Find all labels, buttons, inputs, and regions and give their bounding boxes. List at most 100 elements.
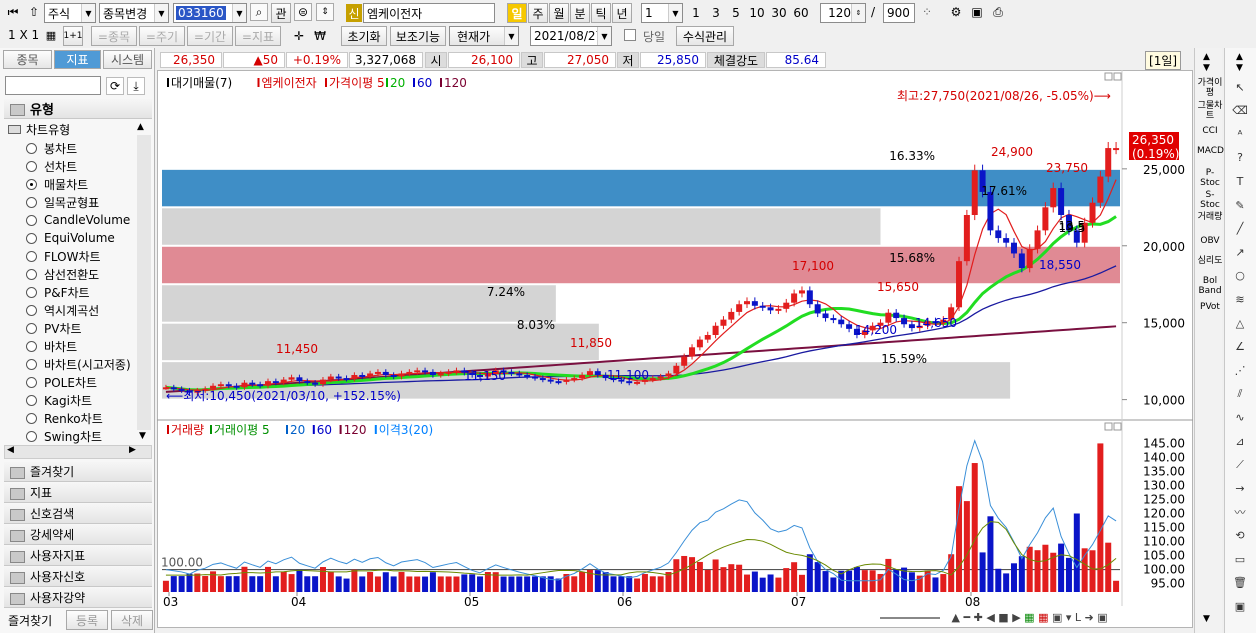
speed-icon[interactable]: ⟋ (1230, 456, 1250, 474)
radio-icon[interactable] (26, 431, 37, 443)
subgroup-chart-type[interactable]: 차트유형 (8, 120, 70, 138)
reset-button[interactable]: 초기화 (341, 26, 387, 46)
radio-icon[interactable] (26, 160, 37, 172)
chart-type-item[interactable]: 역시계곡선 (26, 302, 99, 320)
won-icon[interactable]: ₩ (311, 27, 329, 45)
zoom-out-icon[interactable]: ▲ (952, 611, 960, 624)
play-icon[interactable]: ▶ (1012, 611, 1020, 624)
sound-icon[interactable]: ▭ (1230, 550, 1250, 568)
scroll-up-icon[interactable]: ▲ (1203, 52, 1210, 62)
zoom-icon[interactable]: ▣ (1052, 611, 1062, 624)
scroll-left-icon[interactable]: ◀ (7, 445, 14, 455)
color-icon[interactable]: ▦ (1038, 611, 1048, 624)
first-icon[interactable]: ⏮ (4, 3, 22, 21)
period-day[interactable]: 일 (507, 3, 527, 23)
chart-type-item[interactable]: POLE차트 (26, 374, 97, 392)
chart-nav-bar[interactable]: ▲ ━ ✚ ◀ ■ ▶ ▦ ▦ ▣ ▾ L ➜ ▣ (880, 611, 1190, 627)
download-icon[interactable]: ⤓ (127, 77, 145, 95)
line-icon[interactable]: ╱ (1230, 220, 1250, 238)
radio-icon[interactable] (26, 286, 37, 298)
all-icon[interactable]: ᴬ (1230, 125, 1250, 143)
scroll-down-icon[interactable]: ▼ (1203, 63, 1210, 73)
updown-icon[interactable]: ⇕ (316, 3, 334, 21)
chart-type-item[interactable]: PV차트 (26, 320, 82, 338)
radio-icon[interactable] (26, 232, 37, 244)
interval-1[interactable]: 1 (686, 3, 706, 23)
radio-icon[interactable] (26, 377, 37, 389)
radio-icon[interactable] (26, 196, 37, 208)
channel-icon[interactable]: ⫽ (1230, 385, 1250, 403)
indicator-shortcut[interactable]: 심리도 (1197, 256, 1223, 266)
radio-icon[interactable] (26, 395, 37, 407)
indicator-shortcut[interactable]: 그물차트 (1197, 101, 1223, 121)
refresh-icon[interactable]: ⟳ (106, 77, 124, 95)
excel-icon[interactable]: ▦ (1024, 611, 1034, 624)
eraser-icon[interactable]: ⌫ (1230, 102, 1250, 120)
radio-icon[interactable] (26, 178, 37, 190)
circle-icon[interactable]: ○ (1230, 267, 1250, 285)
stock-change-select[interactable]: 종목변경 ▼ (99, 3, 169, 23)
text-icon[interactable]: T (1230, 172, 1250, 190)
arrow-down-icon[interactable]: ▾ (1066, 611, 1072, 624)
chart-type-item[interactable]: 일목균형표 (26, 193, 99, 211)
favorites-bottom-label[interactable]: 즐겨찾기 (8, 612, 52, 629)
grid-icon[interactable]: ⁘ (918, 3, 936, 21)
stop-icon[interactable]: ■ (998, 611, 1008, 624)
auto-icon[interactable]: ⟲ (1230, 526, 1250, 544)
chart-type-item[interactable]: 바차트(시고저종) (26, 356, 131, 374)
price-type-select[interactable]: 현재가 ▼ (449, 26, 519, 46)
folder-indicator[interactable]: 지표 (4, 483, 152, 503)
interval-select[interactable]: 1 ▼ (641, 3, 683, 23)
count-input[interactable]: 120 ⇕ (820, 3, 866, 23)
interval-10[interactable]: 10 (746, 3, 768, 23)
radio-icon[interactable] (26, 359, 37, 371)
drawtool-up-icon[interactable]: ▲ (1236, 52, 1243, 62)
indicator-shortcut[interactable]: OBV (1197, 236, 1223, 246)
folder-favorites[interactable]: 즐겨찾기 (4, 462, 152, 482)
angle-icon[interactable]: ∠ (1230, 338, 1250, 356)
chart-type-item[interactable]: CandleVolume (26, 211, 130, 229)
h-scrollbar[interactable]: ◀ ▶ (4, 445, 152, 459)
delete-button[interactable]: 삭제 (111, 610, 153, 630)
scroll-right-icon[interactable]: ▶ (129, 445, 136, 455)
question-icon[interactable]: ? (1230, 149, 1250, 167)
rtools-down-icon[interactable]: ▼ (1203, 614, 1210, 624)
cursor-icon[interactable]: ↖ (1230, 78, 1250, 96)
fibo-icon[interactable]: ≋ (1230, 290, 1250, 308)
chart-type-item[interactable]: 선차트 (26, 157, 77, 175)
code-input[interactable]: 033160 ▼ (173, 3, 247, 23)
plus-icon[interactable]: ✚ (974, 611, 983, 624)
indicator-shortcut[interactable]: 가격이평 (1197, 78, 1223, 98)
chart-type-item[interactable]: P&F차트 (26, 283, 90, 301)
radio-icon[interactable] (26, 305, 37, 317)
chart-type-item[interactable]: Renko차트 (26, 410, 103, 428)
table-icon[interactable]: ▦ (42, 26, 60, 44)
tab-indicator[interactable]: 지표 (54, 50, 101, 69)
folder-signal[interactable]: 신호검색 (4, 504, 152, 524)
chart-type-item[interactable]: 봉차트 (26, 139, 77, 157)
period-minute[interactable]: 분 (570, 3, 590, 23)
pen-icon[interactable]: ✎ (1230, 196, 1250, 214)
save-icon[interactable]: ▣ (968, 3, 986, 21)
indicator-shortcut[interactable]: MACD (1197, 146, 1224, 156)
wave-icon[interactable]: 〰 (1230, 503, 1250, 521)
gear-icon[interactable]: ⚙ (947, 3, 965, 21)
radio-icon[interactable] (26, 142, 37, 154)
triangle-icon[interactable]: △ (1230, 314, 1250, 332)
minus-icon[interactable]: ━ (963, 611, 970, 624)
radio-icon[interactable] (26, 250, 37, 262)
radio-icon[interactable] (26, 413, 37, 425)
chart-type-item[interactable]: 바차트 (26, 338, 77, 356)
indicator-search-input[interactable] (5, 76, 101, 95)
folder-user-indicator[interactable]: 사용자지표 (4, 546, 152, 566)
save-icon[interactable]: ▣ (1230, 597, 1250, 615)
chart-type-item[interactable]: 삼선전환도 (26, 265, 99, 283)
save-icon[interactable]: ▣ (1097, 611, 1107, 624)
indicator-shortcut[interactable]: Bol Band (1197, 276, 1223, 296)
date-select[interactable]: 2021/08/27 ▼ (530, 26, 612, 46)
crosshair-icon[interactable]: ✛ (290, 27, 308, 45)
chart-canvas[interactable]: 25,00020,00015,00010,00016.33%17.61%13.5… (157, 70, 1193, 606)
trash-icon[interactable]: 🗑 (1230, 574, 1250, 592)
radio-icon[interactable] (26, 323, 37, 335)
market-select[interactable]: 주식 ▼ (44, 3, 96, 23)
